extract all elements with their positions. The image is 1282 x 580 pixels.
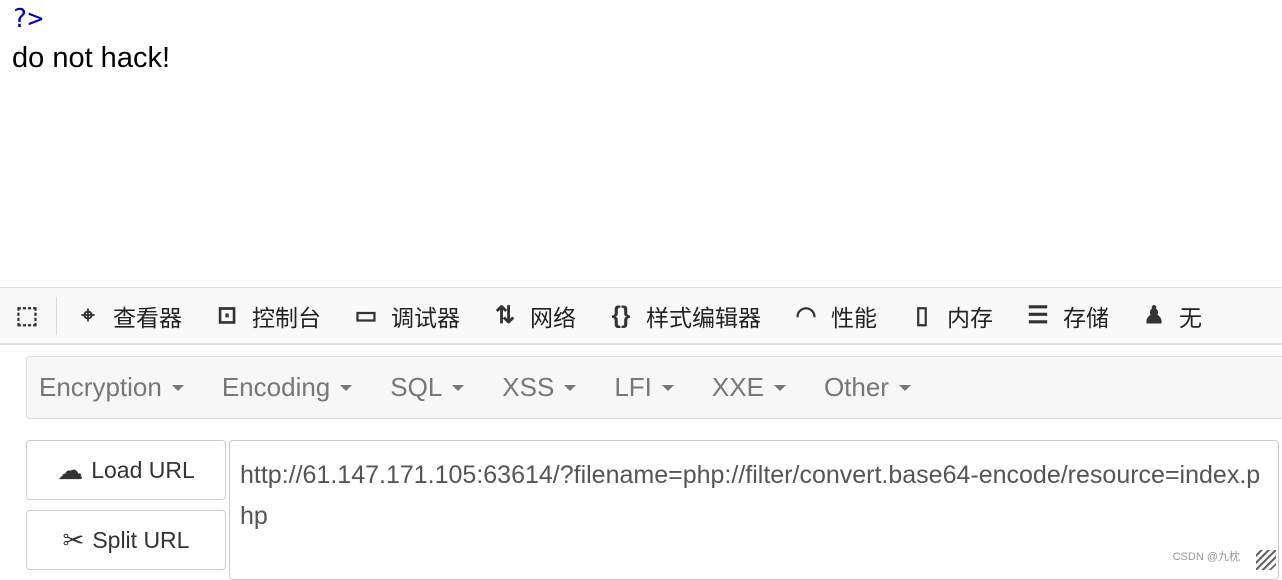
caret-down-icon bbox=[773, 384, 786, 391]
caret-down-icon bbox=[564, 384, 577, 391]
caret-down-icon bbox=[661, 384, 674, 391]
page-message: do not hack! bbox=[12, 42, 170, 74]
divider bbox=[56, 296, 57, 335]
hackbar-menu: Encryption Encoding SQL XSS LFI XXE Othe… bbox=[26, 356, 1282, 419]
load-url-button[interactable]: ☁ Load URL bbox=[26, 440, 226, 500]
tab-inspector[interactable]: ⌖ 查看器 bbox=[73, 299, 182, 333]
devtools-toolbar: ⬚ ⌖ 查看器 ⊡ 控制台 ▭ 调试器 ⇅ 网络 {} 样式编辑器 ◠ 性能 ▯ 内存 ☰ 存储… bbox=[0, 287, 1282, 345]
caret-down-icon bbox=[171, 384, 184, 391]
memory-icon: ▯ bbox=[915, 302, 929, 329]
resize-grip[interactable] bbox=[1256, 550, 1276, 570]
network-icon: ⇅ bbox=[494, 302, 516, 329]
caret-down-icon bbox=[452, 384, 465, 391]
menu-xxe[interactable]: XXE bbox=[712, 372, 786, 403]
caret-down-icon bbox=[340, 384, 353, 391]
console-icon: ⊡ bbox=[216, 302, 238, 329]
menu-xss[interactable]: XSS bbox=[502, 372, 577, 403]
tab-performance[interactable]: ◠ 性能 bbox=[791, 299, 877, 333]
url-textarea[interactable]: http://61.147.171.105:63614/?filename=ph… bbox=[229, 440, 1279, 580]
tab-style-editor[interactable]: {} 样式编辑器 bbox=[606, 299, 761, 333]
caret-down-icon bbox=[898, 384, 911, 391]
style-editor-icon: {} bbox=[611, 301, 631, 329]
scissors-icon: ✂ bbox=[62, 524, 85, 555]
tab-console[interactable]: ⊡ 控制台 bbox=[212, 299, 321, 333]
debugger-icon: ▭ bbox=[354, 302, 378, 329]
watermark: CSDN @九枕 bbox=[1172, 551, 1240, 563]
menu-encoding[interactable]: Encoding bbox=[222, 372, 353, 403]
tab-memory[interactable]: ▯ 内存 bbox=[907, 299, 993, 333]
tab-accessibility[interactable]: ♟ 无 bbox=[1139, 299, 1202, 333]
tab-debugger[interactable]: ▭ 调试器 bbox=[351, 299, 460, 333]
menu-other[interactable]: Other bbox=[824, 372, 911, 403]
inspector-icon: ⌖ bbox=[81, 301, 95, 329]
split-url-button[interactable]: ✂ Split URL bbox=[26, 510, 226, 570]
cloud-download-icon: ☁ bbox=[57, 454, 84, 485]
element-picker-icon[interactable]: ⬚ bbox=[12, 301, 42, 331]
storage-icon: ☰ bbox=[1027, 302, 1049, 329]
menu-lfi[interactable]: LFI bbox=[614, 372, 674, 403]
menu-encryption[interactable]: Encryption bbox=[39, 372, 184, 403]
menu-sql[interactable]: SQL bbox=[390, 372, 465, 403]
tab-storage[interactable]: ☰ 存储 bbox=[1023, 299, 1109, 333]
accessibility-icon: ♟ bbox=[1143, 302, 1165, 329]
tab-network[interactable]: ⇅ 网络 bbox=[490, 299, 576, 333]
php-close-tag: ?> bbox=[12, 4, 44, 34]
performance-icon: ◠ bbox=[795, 302, 817, 329]
